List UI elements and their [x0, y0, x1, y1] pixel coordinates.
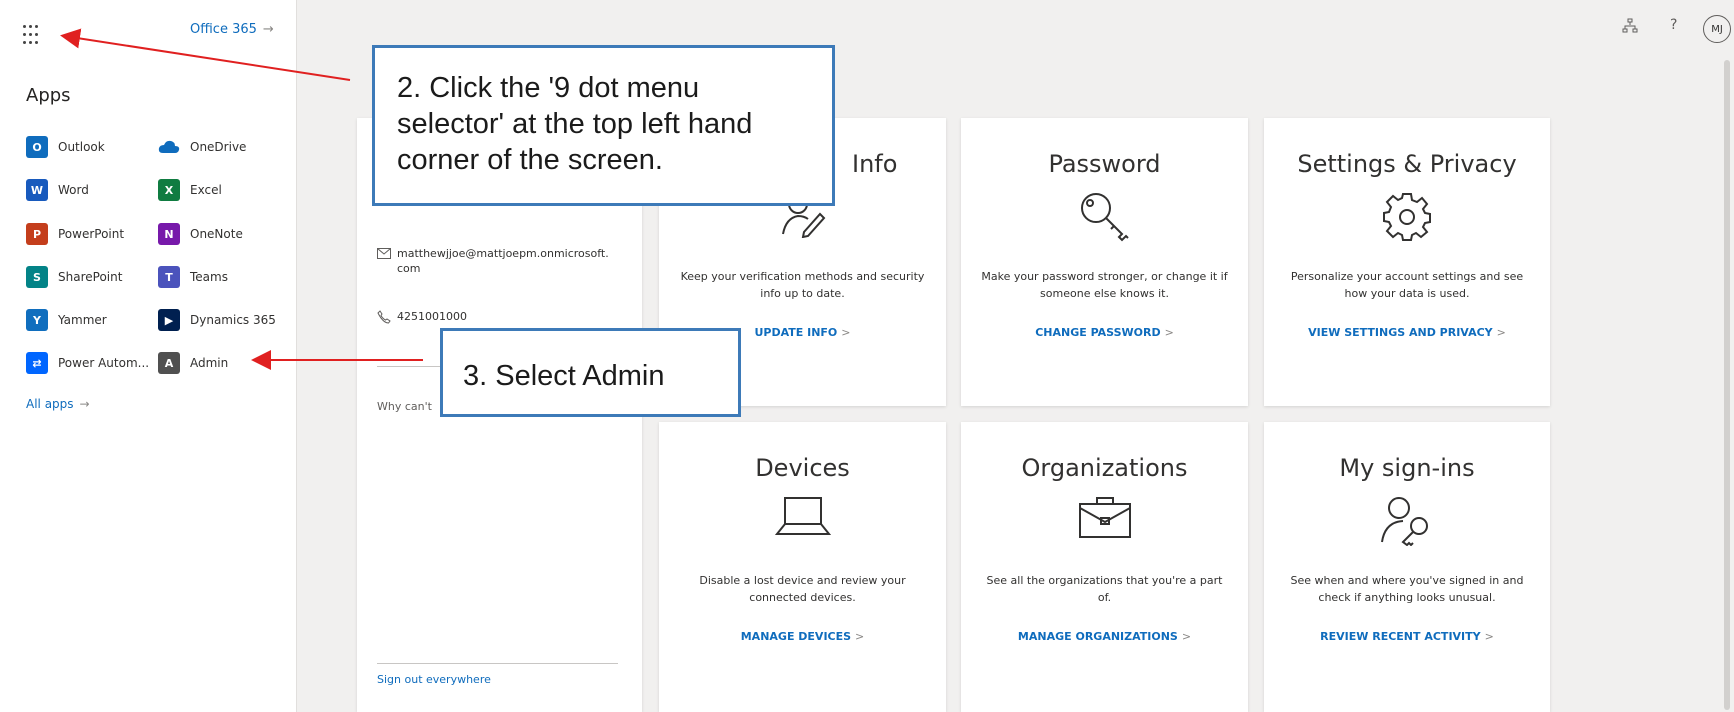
arrow-to-waffle — [60, 28, 351, 81]
annotation-arrows — [60, 28, 423, 370]
